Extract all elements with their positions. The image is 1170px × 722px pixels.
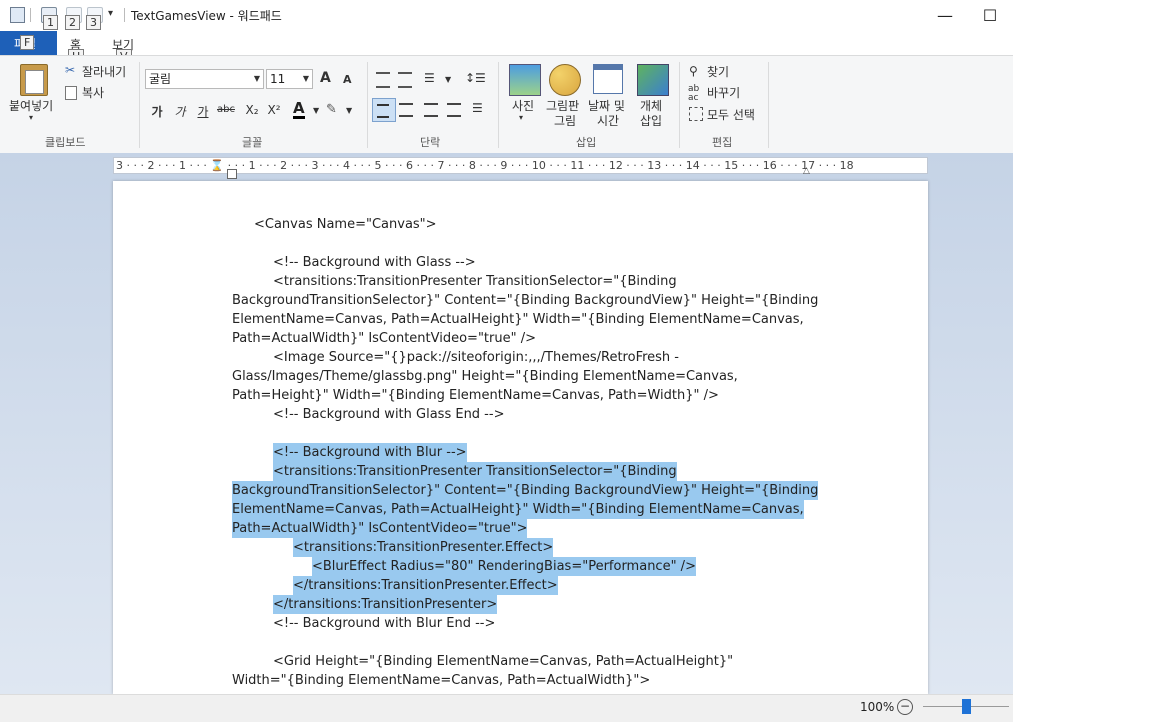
subscript-button[interactable]: X₂ <box>242 103 262 117</box>
paint-drawing-label-2[interactable]: 그림 <box>554 112 576 129</box>
selected-text-line[interactable]: <!-- Background with Blur --> <box>273 443 467 462</box>
font-color-dropdown-icon[interactable]: ▼ <box>313 106 319 115</box>
font-family-select[interactable]: 굴림 ▼ <box>145 69 264 89</box>
binoculars-icon: ⚲ <box>689 64 698 78</box>
group-label-clipboard: 클립보드 <box>45 136 86 149</box>
selected-text-line[interactable]: ElementName=Canvas, Path=ActualHeight}" … <box>232 500 804 519</box>
text-line[interactable]: Glass/Images/Theme/glassbg.png" Height="… <box>232 367 738 386</box>
select-all-button[interactable]: 모두 선택 <box>707 106 755 123</box>
align-right-button[interactable] <box>424 103 438 117</box>
group-separator <box>498 62 499 148</box>
zoom-out-button[interactable]: − <box>897 699 913 715</box>
bold-button[interactable]: 가 <box>147 103 167 120</box>
first-line-indent-marker[interactable] <box>227 169 237 179</box>
bullets-dropdown-icon[interactable]: ▼ <box>445 75 451 84</box>
datetime-label-2[interactable]: 시간 <box>597 112 619 129</box>
picture-dropdown-icon[interactable]: ▾ <box>519 113 523 122</box>
keytip-2: 2 <box>65 15 80 30</box>
picture-button[interactable]: 사진 <box>512 97 534 114</box>
paragraph-settings-icon[interactable]: ☰ <box>472 101 483 115</box>
desktop-area <box>1013 31 1170 721</box>
group-label-editing: 편집 <box>712 136 733 149</box>
underline-button[interactable]: 가 <box>193 103 213 120</box>
highlight-button[interactable]: ✎ <box>326 102 337 117</box>
selected-text-line[interactable]: BackgroundTransitionSelector}" Content="… <box>232 481 819 500</box>
text-line[interactable]: <Grid Height="{Binding ElementName=Canva… <box>273 652 733 671</box>
text-line[interactable]: <!-- Background with Blur End --> <box>273 614 495 633</box>
copy-icon <box>65 86 77 100</box>
font-size-select[interactable]: 11 ▼ <box>266 69 313 89</box>
selected-text-line[interactable]: <BlurEffect Radius="80" RenderingBias="P… <box>312 557 696 576</box>
bullets-icon[interactable]: ☰ <box>424 71 435 85</box>
select-all-icon <box>689 107 703 121</box>
group-label-insert: 삽입 <box>576 136 597 149</box>
group-separator <box>139 62 140 148</box>
increase-indent-icon[interactable] <box>398 72 412 88</box>
group-label-paragraph: 단락 <box>420 136 441 149</box>
keytip-3: 3 <box>86 15 101 30</box>
separator <box>30 8 31 22</box>
separator <box>124 8 125 22</box>
text-line[interactable]: ElementName=Canvas, Path=ActualHeight}" … <box>232 310 804 329</box>
font-family-value: 굴림 <box>149 72 172 86</box>
text-line[interactable]: <Canvas Name="Canvas"> <box>254 215 437 234</box>
document-page[interactable]: <Canvas Name="Canvas"> <!-- Background wi… <box>113 181 928 694</box>
paste-icon[interactable] <box>20 64 48 96</box>
text-line[interactable]: Path=Height}" Width="{Binding ElementNam… <box>232 386 719 405</box>
superscript-button[interactable]: X² <box>264 103 284 117</box>
align-left-button[interactable] <box>372 98 396 122</box>
selected-text-line[interactable]: <transitions:TransitionPresenter.Effect> <box>293 538 554 557</box>
customize-quick-access-icon[interactable]: ▾ <box>108 8 113 19</box>
shrink-font-button[interactable]: A <box>343 73 352 86</box>
group-separator <box>679 62 680 148</box>
highlight-dropdown-icon[interactable]: ▼ <box>346 106 352 115</box>
italic-button[interactable]: 가 <box>170 103 190 120</box>
replace-button[interactable]: 바꾸기 <box>707 84 740 101</box>
decrease-indent-icon[interactable] <box>376 72 390 88</box>
font-size-value: 11 <box>270 72 286 86</box>
text-line[interactable]: <!-- Background with Glass End --> <box>273 405 504 424</box>
text-line[interactable]: Path=ActualWidth}" IsContentVideo="true"… <box>232 329 536 348</box>
selected-text-line[interactable]: </transitions:TransitionPresenter> <box>273 595 498 614</box>
text-line[interactable]: <Image Source="{}pack://siteoforigin:,,,… <box>273 348 679 367</box>
font-color-button[interactable]: A <box>293 100 305 119</box>
selected-text-line[interactable]: </transitions:TransitionPresenter.Effect… <box>293 576 558 595</box>
selected-text-line[interactable]: <transitions:TransitionPresenter Transit… <box>273 462 677 481</box>
picture-icon[interactable] <box>509 64 541 96</box>
grow-font-button[interactable]: A <box>320 70 331 86</box>
zoom-slider-thumb[interactable] <box>962 699 971 714</box>
paint-drawing-icon[interactable] <box>549 64 581 96</box>
text-line[interactable]: <!-- Background with Glass --> <box>273 253 476 272</box>
replace-icon: ab ac <box>688 84 700 103</box>
text-line[interactable]: <transitions:TransitionPresenter Transit… <box>273 272 677 291</box>
paste-button[interactable]: 붙여넣기 <box>9 97 53 114</box>
right-indent-marker[interactable]: △ <box>803 166 810 176</box>
cut-button[interactable]: 잘라내기 <box>82 63 126 80</box>
paste-dropdown-icon[interactable]: ▾ <box>29 113 33 122</box>
zoom-level: 100% <box>860 700 895 714</box>
align-center-button[interactable] <box>399 103 413 117</box>
group-separator <box>367 62 368 148</box>
window-title: TextGamesView - 워드패드 <box>131 9 282 23</box>
justify-button[interactable] <box>447 103 461 117</box>
selected-text-line[interactable]: Path=ActualWidth}" IsContentVideo="true"… <box>232 519 528 538</box>
maximize-button[interactable]: ☐ <box>975 0 1005 30</box>
minimize-button[interactable]: — <box>930 0 960 30</box>
keytip-file: F <box>20 35 35 50</box>
calendar-clock-icon[interactable] <box>593 64 623 94</box>
group-label-font: 글꼴 <box>242 136 263 149</box>
title-bar: 1 2 3 ▾ TextGamesView - 워드패드 — ☐ <box>0 0 1170 30</box>
strikethrough-button[interactable]: abc <box>216 104 236 115</box>
text-line[interactable]: BackgroundTransitionSelector}" Content="… <box>232 291 818 310</box>
insert-object-icon[interactable] <box>637 64 669 96</box>
insert-object-label-2[interactable]: 삽입 <box>640 112 662 129</box>
find-button[interactable]: 찾기 <box>707 63 729 80</box>
group-separator <box>768 62 769 148</box>
line-spacing-icon[interactable]: ↕☰ <box>465 71 486 85</box>
text-line[interactable]: Width="{Binding ElementName=Canvas, Path… <box>232 671 650 690</box>
app-icon[interactable] <box>10 7 25 23</box>
keytip-1: 1 <box>43 15 58 30</box>
scissors-icon: ✂ <box>65 63 76 77</box>
copy-button[interactable]: 복사 <box>82 84 104 101</box>
